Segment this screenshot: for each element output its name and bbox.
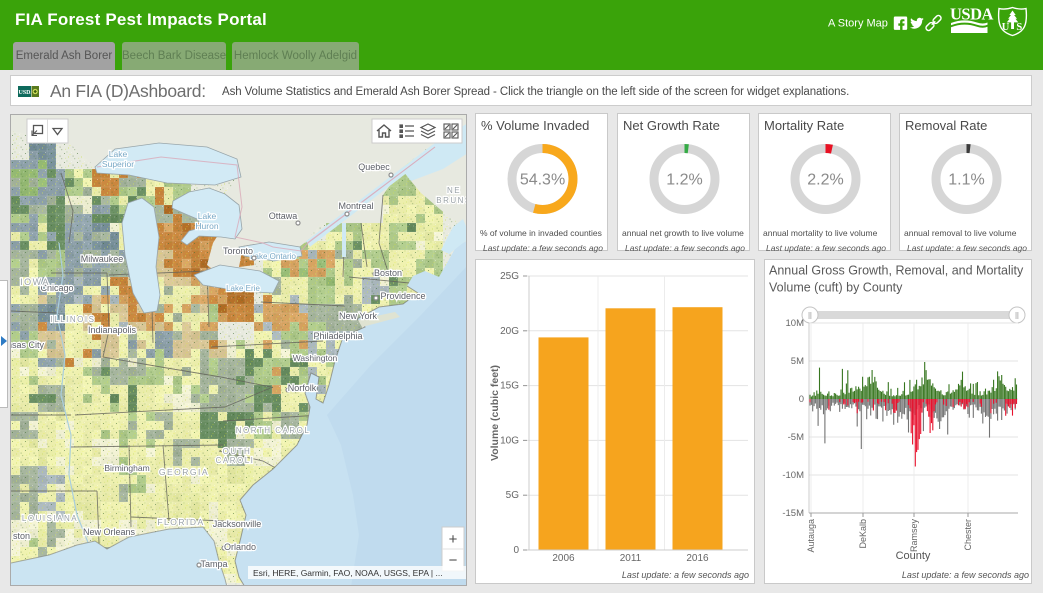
svg-text:Last update: a few seconds ago: Last update: a few seconds ago [622,570,749,580]
svg-text:Lake: Lake [109,149,128,159]
svg-text:Quebec: Quebec [358,162,390,172]
svg-text:25G: 25G [500,271,519,282]
svg-text:County: County [896,550,931,562]
svg-text:-15M: -15M [782,508,804,519]
svg-text:Milwaukee: Milwaukee [81,254,124,264]
svg-text:Toronto: Toronto [223,246,253,256]
svg-text:NORTH CAROL: NORTH CAROL [236,426,311,435]
svg-text:CAROLI: CAROLI [216,456,255,465]
svg-text:Montreal: Montreal [338,201,373,211]
svg-text:Esri, HERE, Garmin, FAO, NOAA,: Esri, HERE, Garmin, FAO, NOAA, USGS, EPA… [253,568,443,578]
svg-text:54.3%: 54.3% [520,172,565,189]
svg-text:GEORGIA: GEORGIA [159,467,209,477]
svg-text:5M: 5M [791,356,804,367]
svg-text:U: U [1002,22,1010,33]
svg-text:10M: 10M [786,318,805,329]
svg-text:Lake Erie: Lake Erie [226,284,260,293]
svg-text:Indianapolis: Indianapolis [88,325,137,335]
svg-text:S: S [1016,22,1022,33]
svg-text:Lake Ontario: Lake Ontario [250,252,296,261]
svg-text:Superior: Superior [102,159,134,169]
svg-text:-10M: -10M [782,470,804,481]
svg-text:Norfolk: Norfolk [288,383,317,393]
svg-text:BRUNS: BRUNS [436,196,467,205]
svg-text:Volume (cuft) by County: Volume (cuft) by County [769,281,903,295]
svg-text:0: 0 [799,394,804,405]
svg-text:LOUISIANA: LOUISIANA [22,514,78,523]
svg-text:Birmingham: Birmingham [104,463,149,473]
svg-text:2.2%: 2.2% [807,172,843,189]
svg-text:10G: 10G [500,435,519,446]
svg-text:OUTH: OUTH [223,447,252,456]
svg-text:1.2%: 1.2% [666,172,702,189]
svg-text:A Story Map: A Story Map [828,18,888,30]
svg-text:Last update: a few seconds ago: Last update: a few seconds ago [902,570,1029,580]
svg-text:Orlando: Orlando [224,542,256,552]
svg-text:2011: 2011 [620,553,642,564]
svg-text:5G: 5G [506,490,520,501]
svg-text:ILLINOIS: ILLINOIS [51,315,96,324]
svg-text:Washington: Washington [293,353,338,363]
svg-text:Lake: Lake [198,211,217,221]
svg-text:New York: New York [339,311,378,321]
svg-text:ston: ston [13,531,30,541]
svg-text:IOWA: IOWA [20,277,50,287]
svg-text:Tampa: Tampa [200,559,227,569]
svg-text:Annual Gross Growth, Removal,: Annual Gross Growth, Removal, and Mortal… [769,264,1024,278]
svg-text:+: + [449,531,458,548]
svg-text:FLORIDA: FLORIDA [157,517,204,527]
svg-text:Ottawa: Ottawa [269,211,298,221]
svg-text:DeKalb: DeKalb [858,519,868,549]
svg-text:Huron: Huron [195,221,218,231]
svg-text:2006: 2006 [552,553,575,564]
svg-text:Philadelphia: Philadelphia [313,331,362,341]
svg-text:Jacksonville: Jacksonville [213,519,262,529]
svg-text:Volume (cubic feet): Volume (cubic feet) [489,365,501,461]
svg-text:1.1%: 1.1% [948,172,984,189]
svg-text:Kansas City: Kansas City [11,340,45,350]
svg-text:NE: NE [447,186,461,195]
svg-text:||: || [1015,313,1019,320]
svg-text:Providence: Providence [380,291,425,301]
svg-text:-5M: -5M [788,432,804,443]
svg-text:20G: 20G [500,326,519,337]
svg-text:2016: 2016 [686,553,709,564]
svg-text:||: || [808,313,812,320]
svg-text:Autauga: Autauga [806,519,816,553]
svg-text:USDA: USDA [950,5,994,24]
svg-text:0: 0 [513,545,519,556]
svg-text:Ramsey: Ramsey [909,519,919,553]
svg-text:New Orleans: New Orleans [83,527,136,537]
svg-text:Chester: Chester [963,519,973,551]
svg-text:15G: 15G [500,381,519,392]
svg-text:Boston: Boston [374,268,402,278]
